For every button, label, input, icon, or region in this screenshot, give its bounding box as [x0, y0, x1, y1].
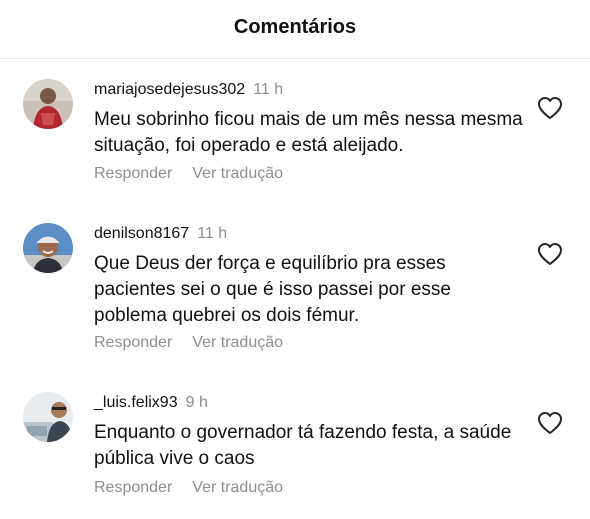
comment-actions: Responder Ver tradução: [94, 479, 283, 497]
heart-icon[interactable]: [537, 411, 563, 435]
username[interactable]: denilson8167: [94, 225, 189, 242]
see-translation-button[interactable]: Ver tradução: [192, 479, 283, 496]
avatar[interactable]: [23, 223, 73, 273]
avatar[interactable]: [23, 79, 73, 129]
timestamp: 11 h: [197, 225, 228, 242]
username[interactable]: _luis.felix93: [94, 394, 178, 411]
comments-header: Comentários: [0, 0, 590, 59]
reply-button[interactable]: Responder: [94, 165, 172, 182]
timestamp: 11 h: [253, 81, 284, 98]
comment-text: Enquanto o governador tá fazendo festa, …: [94, 422, 512, 469]
comment-actions: Responder Ver tradução: [94, 334, 283, 352]
comment-text: Que Deus der força e equilíbrio pra esse…: [94, 253, 451, 326]
username[interactable]: mariajosedejesus302: [94, 81, 245, 98]
see-translation-button[interactable]: Ver tradução: [192, 165, 283, 182]
comment-actions: Responder Ver tradução: [94, 165, 283, 183]
comment-text: Meu sobrinho ficou mais de um mês nessa …: [94, 109, 523, 156]
reply-button[interactable]: Responder: [94, 479, 172, 496]
see-translation-button[interactable]: Ver tradução: [192, 334, 283, 351]
page-title: Comentários: [233, 16, 357, 38]
timestamp: 9 h: [185, 394, 208, 411]
comment-meta: mariajosedejesus302 11 h: [94, 81, 283, 99]
avatar[interactable]: [23, 392, 73, 442]
comment-meta: denilson8167 11 h: [94, 225, 227, 243]
heart-icon[interactable]: [537, 242, 563, 266]
heart-icon[interactable]: [537, 96, 563, 120]
reply-button[interactable]: Responder: [94, 334, 172, 351]
comment-meta: _luis.felix93 9 h: [94, 394, 208, 412]
